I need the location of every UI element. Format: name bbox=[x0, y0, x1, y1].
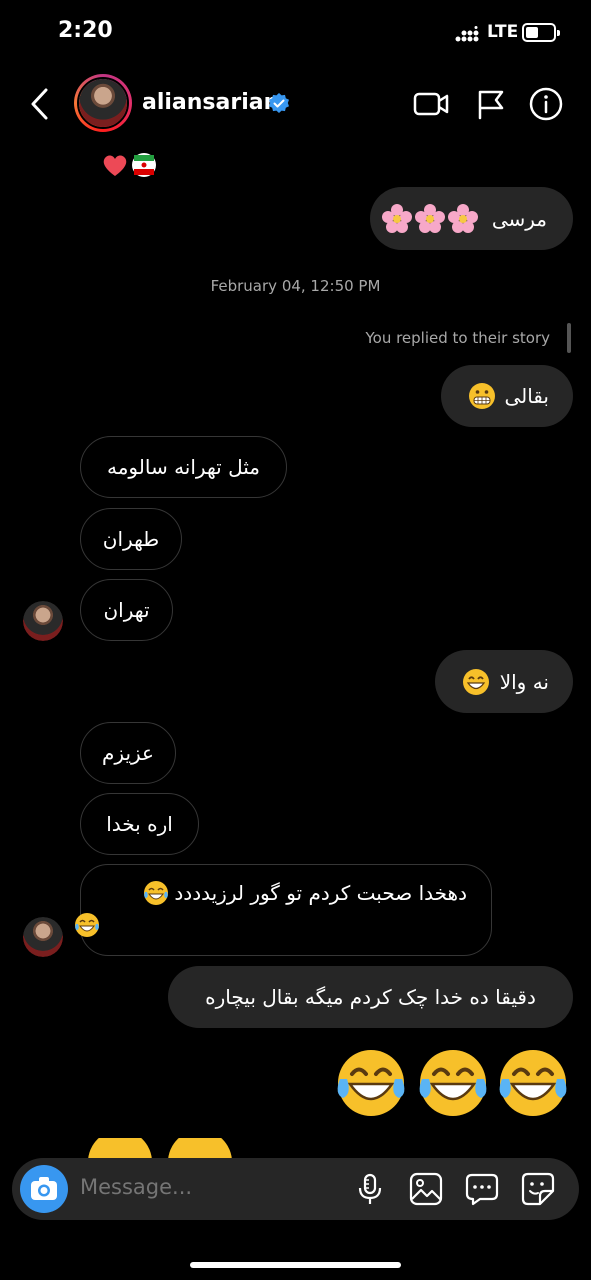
message-incoming[interactable]: عزیزم bbox=[80, 722, 176, 784]
tears-of-joy-icon bbox=[73, 911, 101, 939]
message-outgoing[interactable]: مرسی bbox=[370, 187, 573, 250]
sender-avatar[interactable] bbox=[23, 601, 63, 641]
tears-of-joy-icon bbox=[142, 879, 170, 907]
profile-avatar[interactable] bbox=[74, 74, 132, 132]
message-incoming[interactable]: طهران bbox=[80, 508, 182, 570]
chat-bubble-icon[interactable] bbox=[464, 1171, 500, 1207]
sender-avatar[interactable] bbox=[23, 917, 63, 957]
video-call-icon[interactable] bbox=[412, 86, 450, 122]
message-text: مثل تهرانه سالومه bbox=[107, 455, 260, 479]
story-reply-note: You replied to their story bbox=[365, 329, 550, 347]
message-text: مرسی bbox=[491, 206, 547, 231]
message-text: دهخدا صحبت کردم تو گور لرزیدددد bbox=[174, 881, 467, 905]
verified-icon bbox=[269, 93, 289, 113]
home-indicator[interactable] bbox=[190, 1262, 401, 1268]
message-text: طهران bbox=[102, 527, 160, 551]
message-incoming[interactable]: مثل تهرانه سالومه bbox=[80, 436, 287, 498]
message-text: عزیزم bbox=[102, 741, 154, 765]
message-input[interactable] bbox=[80, 1175, 340, 1199]
status-time: 2:20 bbox=[58, 18, 113, 43]
heart-reaction-icon bbox=[103, 153, 156, 177]
message-reactions[interactable] bbox=[100, 150, 160, 184]
back-icon[interactable] bbox=[26, 86, 56, 122]
timestamp: February 04, 12:50 PM bbox=[210, 277, 381, 295]
battery-icon bbox=[522, 23, 560, 42]
chat-header: aliansarian bbox=[0, 68, 591, 146]
tears-of-joy-large-icon[interactable] bbox=[334, 1046, 574, 1120]
sticker-icon[interactable] bbox=[520, 1171, 556, 1207]
gallery-icon[interactable] bbox=[408, 1171, 444, 1207]
message-text: اره بخدا bbox=[106, 812, 173, 836]
message-outgoing[interactable]: نه والا bbox=[435, 650, 573, 713]
story-reply-bar bbox=[567, 323, 571, 353]
status-bar: 2:20 LTE bbox=[0, 0, 591, 68]
info-icon[interactable] bbox=[527, 86, 565, 122]
camera-button[interactable] bbox=[20, 1165, 68, 1213]
message-incoming[interactable]: تهران bbox=[80, 579, 173, 641]
message-outgoing[interactable]: دقیقا ده خدا چک کردم میگه بقال بیچاره bbox=[168, 966, 573, 1028]
flowers-icon bbox=[381, 203, 482, 234]
grimacing-face-icon bbox=[468, 382, 496, 410]
signal-icon bbox=[455, 26, 479, 42]
message-text: تهران bbox=[103, 598, 150, 622]
message-outgoing[interactable]: بقالی bbox=[441, 365, 573, 427]
camera-icon bbox=[31, 1177, 57, 1200]
message-composer bbox=[12, 1158, 579, 1220]
message-text: بقالی bbox=[504, 384, 549, 408]
message-incoming[interactable]: دهخدا صحبت کردم تو گور لرزیدددد bbox=[75, 864, 492, 956]
message-text: دقیقا ده خدا چک کردم میگه بقال بیچاره bbox=[205, 985, 536, 1009]
message-incoming[interactable]: اره بخدا bbox=[80, 793, 199, 855]
network-type: LTE bbox=[487, 22, 519, 42]
microphone-icon[interactable] bbox=[352, 1171, 388, 1207]
flag-icon[interactable] bbox=[472, 86, 510, 122]
username[interactable]: aliansarian bbox=[142, 90, 279, 115]
message-text: نه والا bbox=[499, 669, 549, 694]
grinning-face-icon bbox=[462, 668, 490, 696]
